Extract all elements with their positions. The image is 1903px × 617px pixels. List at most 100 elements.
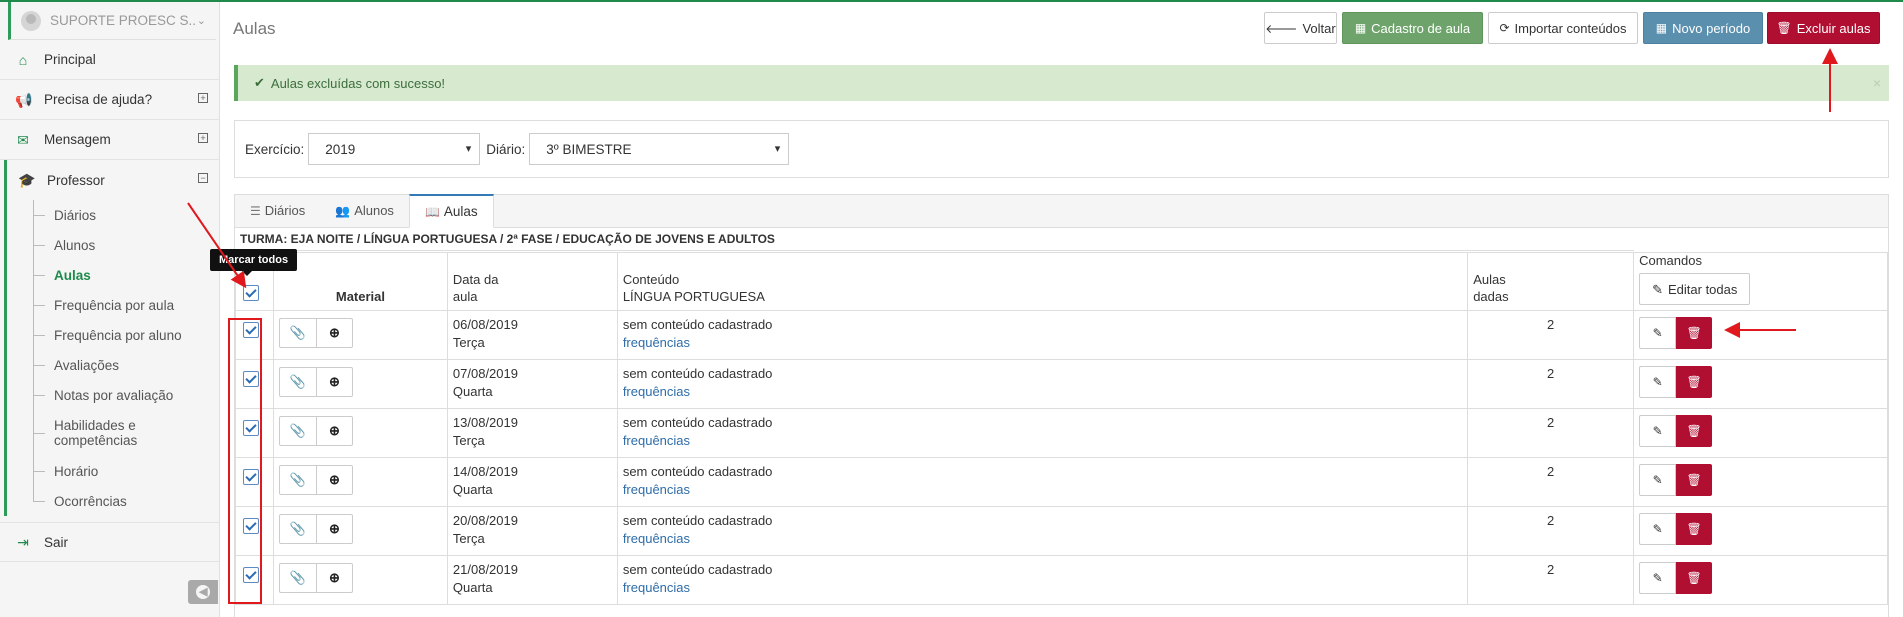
add-icon[interactable]: ⊕: [315, 564, 352, 592]
tab-diarios[interactable]: ☰ Diários: [235, 194, 320, 227]
delete-button[interactable]: 🗑: [1676, 317, 1713, 349]
add-icon[interactable]: ⊕: [315, 319, 352, 347]
row-commands: ✎ 🗑: [1639, 513, 1713, 545]
frequencias-link[interactable]: frequências: [623, 383, 1467, 401]
commands-cell: ✎ 🗑: [1633, 506, 1888, 556]
sidebar-subitem-frequencia-aula[interactable]: Frequência por aula: [33, 290, 219, 320]
row-content: sem conteúdo cadastrado: [622, 513, 773, 528]
delete-button[interactable]: 🗑: [1676, 562, 1713, 594]
sidebar-subitem-diarios[interactable]: Diários: [33, 200, 219, 230]
count-cell: 2: [1467, 506, 1635, 556]
edit-button[interactable]: ✎: [1639, 513, 1677, 545]
material-buttons: 📎 ⊕: [278, 563, 353, 593]
edit-button[interactable]: ✎: [1639, 415, 1677, 447]
table-row: 📎 ⊕ 21/08/2019 Quarta sem conteúdo cadastr…: [235, 555, 1888, 605]
paperclip-icon[interactable]: 📎: [280, 368, 316, 396]
tab-alunos[interactable]: 👥 Alunos: [320, 194, 409, 227]
edit-button[interactable]: ✎: [1639, 366, 1677, 398]
material-buttons: 📎 ⊕: [278, 416, 353, 446]
sidebar-item-label: Professor: [47, 172, 105, 188]
delete-button[interactable]: 🗑: [1676, 513, 1713, 545]
material-buttons: 📎 ⊕: [278, 318, 353, 348]
annotation-highlight-box: [228, 318, 262, 604]
collapse-icon[interactable]: −: [198, 173, 208, 183]
sidebar-subitem-notas[interactable]: Notas por avaliação: [33, 380, 219, 410]
exercicio-select[interactable]: 2019: [308, 133, 481, 165]
frequencias-link[interactable]: frequências: [623, 334, 1467, 352]
date-cell: 07/08/2019 Quarta: [446, 359, 618, 409]
sidebar-subitem-frequencia-aluno[interactable]: Frequência por aluno: [33, 320, 219, 350]
frequencias-link[interactable]: frequências: [623, 579, 1467, 597]
diario-label: Diário:: [486, 141, 526, 157]
comandos-header: Comandos ✎ Editar todas: [1633, 252, 1888, 311]
edit-button[interactable]: ✎: [1639, 317, 1677, 349]
novo-periodo-button[interactable]: ▦ Novo período: [1643, 12, 1763, 44]
commands-cell: ✎ 🗑: [1633, 408, 1888, 458]
paperclip-icon[interactable]: 📎: [280, 564, 316, 592]
excluir-aulas-button[interactable]: 🗑 Excluir aulas: [1767, 12, 1880, 44]
count-cell: 2: [1467, 457, 1635, 507]
edit-button[interactable]: ✎: [1639, 464, 1677, 496]
material-buttons: 📎 ⊕: [278, 367, 353, 397]
table-row: 📎 ⊕ 20/08/2019 Terça sem conteúdo cadastra…: [235, 506, 1888, 556]
add-icon[interactable]: ⊕: [315, 515, 352, 543]
row-content: sem conteúdo cadastrado: [622, 464, 773, 479]
close-icon[interactable]: ×: [1873, 75, 1881, 91]
paperclip-icon[interactable]: 📎: [280, 515, 316, 543]
tab-aulas[interactable]: 📖 Aulas: [408, 194, 494, 228]
sidebar-collapse-button[interactable]: ◀: [188, 580, 218, 604]
material-cell: 📎 ⊕: [272, 408, 448, 458]
delete-button[interactable]: 🗑: [1676, 464, 1713, 496]
voltar-button[interactable]: 🡐 Voltar: [1264, 12, 1337, 44]
sidebar-subitem-aulas[interactable]: Aulas: [33, 260, 219, 290]
diario-select[interactable]: 3º BIMESTRE: [529, 133, 790, 165]
sidebar-subitem-avaliacoes[interactable]: Avaliações: [33, 350, 219, 380]
add-icon[interactable]: ⊕: [315, 417, 352, 445]
sidebar-item-mensagem[interactable]: ✉ Mensagem +: [0, 120, 219, 160]
select-all-tooltip: Marcar todos: [210, 249, 298, 276]
delete-button[interactable]: 🗑: [1676, 366, 1713, 398]
material-cell: 📎 ⊕: [272, 359, 448, 409]
material-buttons: 📎 ⊕: [278, 465, 353, 495]
row-day: Quarta: [452, 482, 493, 497]
sidebar-subitem-horario[interactable]: Horário: [33, 456, 219, 486]
row-day: Quarta: [452, 384, 493, 399]
user-menu[interactable]: SUPORTE PROESC S... ⌄: [8, 2, 216, 40]
frequencias-link[interactable]: frequências: [623, 530, 1467, 548]
select-all-checkbox[interactable]: [243, 285, 259, 301]
sidebar-item-sair[interactable]: ⇥ Sair: [0, 522, 219, 562]
turma-heading: TURMA: EJA NOITE / LÍNGUA PORTUGUESA / 2…: [235, 228, 1634, 251]
tab-label: Alunos: [354, 203, 394, 218]
expand-icon[interactable]: +: [198, 93, 208, 103]
cadastro-aula-button[interactable]: ▦ Cadastro de aula: [1342, 12, 1483, 44]
excluir-label: Excluir aulas: [1796, 20, 1871, 36]
expand-icon[interactable]: +: [198, 133, 208, 143]
frequencias-link[interactable]: frequências: [623, 481, 1467, 499]
importar-conteudos-button[interactable]: ⟳ Importar conteúdos: [1488, 12, 1638, 44]
users-icon: 👥: [335, 203, 351, 218]
check-icon: ✔: [254, 75, 265, 90]
add-icon[interactable]: ⊕: [315, 466, 352, 494]
sidebar-item-ajuda[interactable]: 📢 Precisa de ajuda? +: [0, 80, 219, 120]
avatar: [21, 10, 41, 31]
comandos-label: Comandos: [1639, 253, 1702, 268]
row-date: 07/08/2019: [452, 366, 518, 381]
edit-button[interactable]: ✎: [1639, 562, 1677, 594]
aulas-table: Material Data da aula Conteúdo LÍNGUA PORT…: [235, 252, 1888, 605]
sidebar-item-professor[interactable]: 🎓 Professor −: [7, 160, 219, 200]
sidebar-subitem-ocorrencias[interactable]: Ocorrências: [33, 486, 219, 516]
paperclip-icon[interactable]: 📎: [280, 466, 316, 494]
sidebar-subitem-habilidades[interactable]: Habilidades e competências: [33, 410, 219, 456]
row-day: Terça: [452, 335, 485, 350]
paperclip-icon[interactable]: 📎: [280, 319, 316, 347]
row-commands: ✎ 🗑: [1639, 562, 1713, 594]
delete-button[interactable]: 🗑: [1676, 415, 1713, 447]
sidebar-subitem-alunos[interactable]: Alunos: [33, 230, 219, 260]
sidebar-item-principal[interactable]: ⌂ Principal: [0, 40, 219, 80]
frequencias-link[interactable]: frequências: [623, 432, 1467, 450]
trash-icon: 🗑: [1776, 21, 1792, 35]
editar-todas-button[interactable]: ✎ Editar todas: [1639, 273, 1751, 305]
paperclip-icon[interactable]: 📎: [280, 417, 316, 445]
add-icon[interactable]: ⊕: [315, 368, 352, 396]
data-header: Data da aula: [446, 252, 618, 311]
